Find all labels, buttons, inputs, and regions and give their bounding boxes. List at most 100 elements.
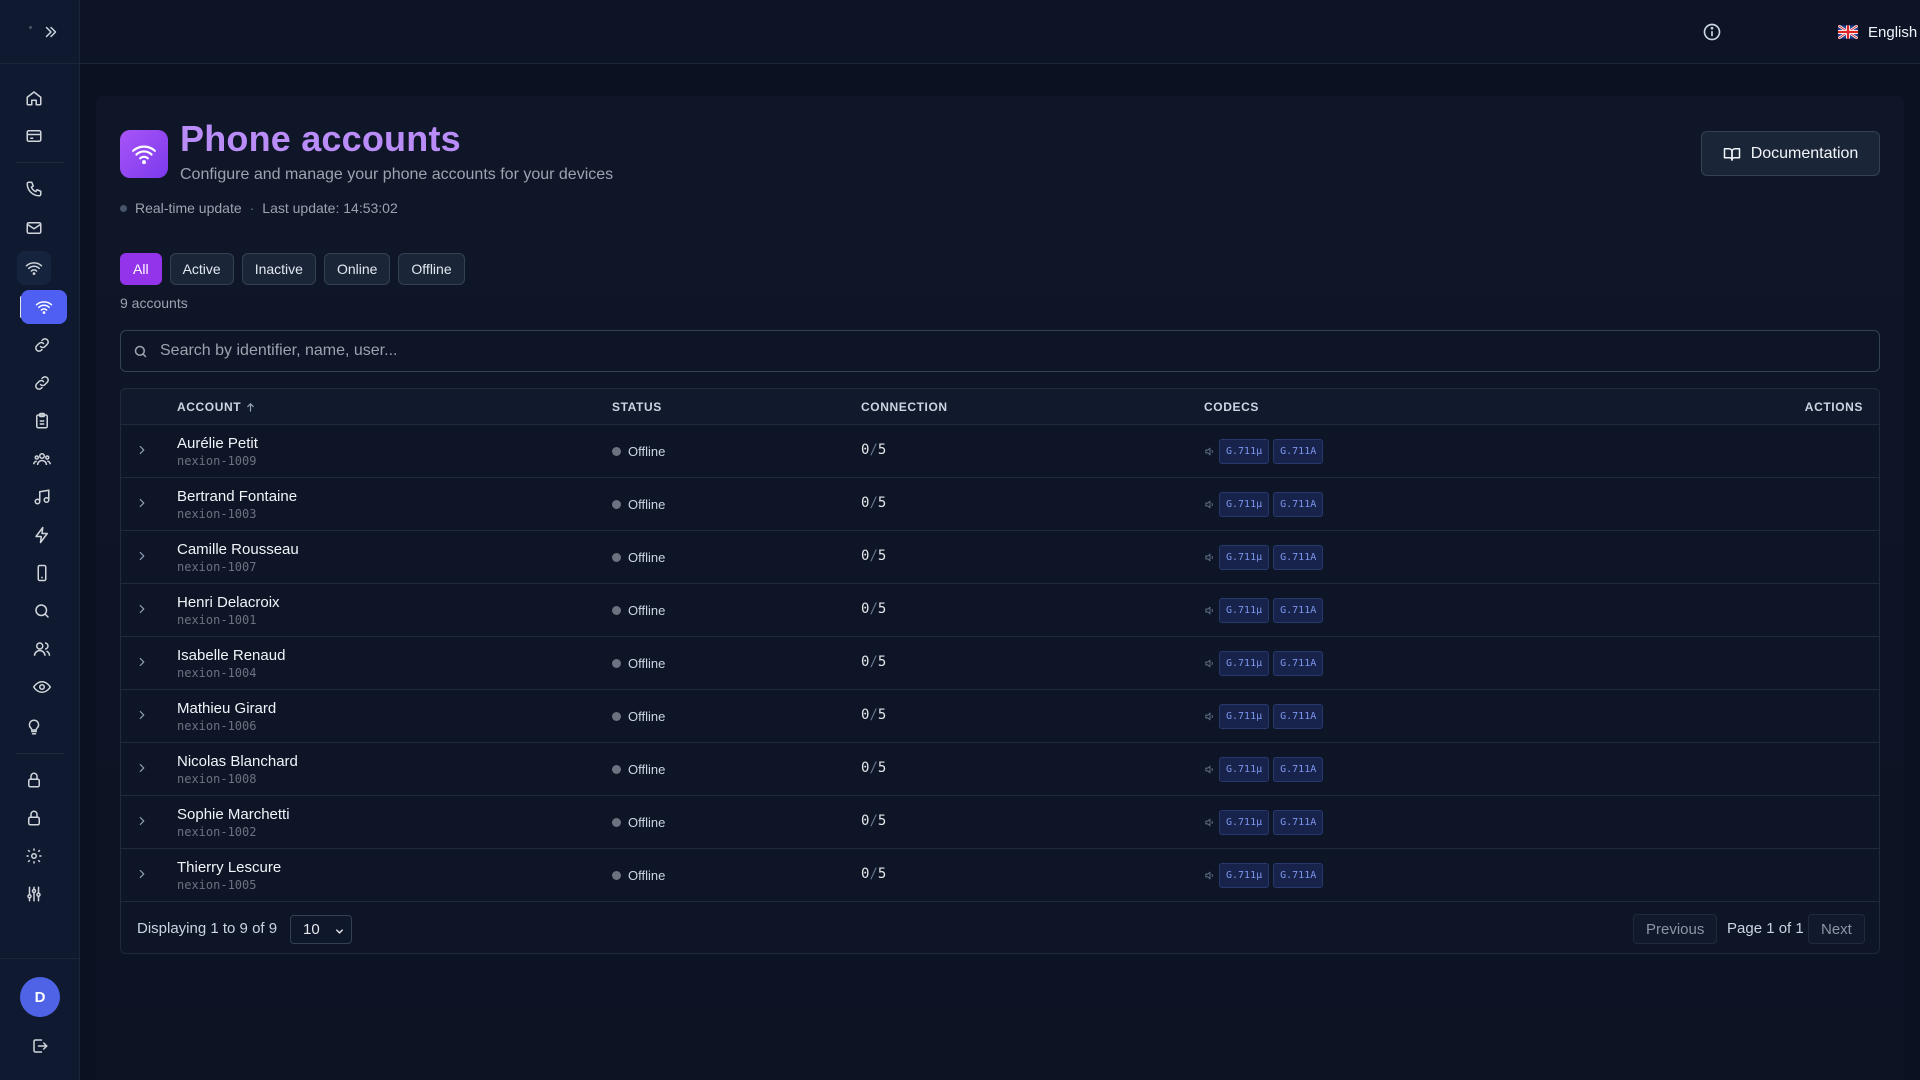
connection-count: 0/5 [861,442,887,458]
expand-chevron-icon[interactable] [135,867,149,881]
codec-badge: G.711A [1273,810,1324,835]
filter-active[interactable]: Active [169,253,234,285]
sidebar-divider [16,753,64,754]
status-badge: Offline [612,550,665,565]
connection-max: 5 [877,813,887,829]
status-badge: Offline [612,444,665,459]
account-name: Sophie Marchetti [177,806,290,823]
nav-eye-icon[interactable] [25,670,59,704]
connection-count: 0/5 [861,601,887,617]
chevron-down-icon [336,929,343,934]
documentation-button[interactable]: Documentation [1701,131,1880,176]
nav-link-icon[interactable] [25,328,59,362]
sidebar-divider [16,162,64,163]
nav-phone-accounts-icon[interactable] [21,290,67,324]
expand-chevron-icon[interactable] [135,496,149,510]
nav-sliders-icon[interactable] [17,877,51,911]
status-label: Offline [628,709,666,724]
expand-chevron-icon[interactable] [135,814,149,828]
nav-settings-icon[interactable] [17,839,51,873]
uk-flag-icon [1838,25,1858,39]
audio-codec-icon [1204,658,1215,669]
language-label: English [1868,23,1918,41]
table-row[interactable]: Sophie Marchetti nexion-1002 Offline 0/5… [121,796,1879,849]
info-icon[interactable] [1702,22,1722,42]
status-label: Offline [628,762,666,777]
nav-lightbulb-icon[interactable] [17,710,51,744]
nav-home-icon[interactable] [17,81,51,115]
search-input[interactable] [160,342,1879,360]
table-row[interactable]: Camille Rousseau nexion-1007 Offline 0/5… [121,531,1879,584]
audio-codec-icon [1204,870,1215,881]
codec-badge: G.711A [1273,651,1324,676]
column-connection[interactable]: CONNECTION [861,400,948,414]
connection-max: 5 [877,707,887,723]
status-dot [612,659,621,668]
account-name: Camille Rousseau [177,541,299,558]
sidebar-header [0,0,79,64]
table-row[interactable]: Bertrand Fontaine nexion-1003 Offline 0/… [121,478,1879,531]
filter-online[interactable]: Online [323,253,391,285]
column-codecs[interactable]: CODECS [1204,400,1259,414]
nav-link-2-icon[interactable] [25,366,59,400]
codecs-list: G.711µ G.711A [1204,704,1324,729]
nav-lightning-icon[interactable] [25,518,59,552]
realtime-label: Real-time update [135,200,242,216]
connection-count: 0/5 [861,707,887,723]
codec-badge: G.711µ [1219,863,1270,888]
nav-clipboard-icon[interactable] [25,404,59,438]
column-status[interactable]: STATUS [612,400,662,414]
nav-mail-icon[interactable] [17,211,51,245]
codec-badge: G.711µ [1219,545,1270,570]
nav-billing-icon[interactable] [17,119,51,153]
expand-chevron-icon[interactable] [135,549,149,563]
account-id: nexion-1007 [177,560,257,574]
search-bar [120,330,1880,372]
logout-icon[interactable] [23,1029,57,1063]
expand-chevron-icon[interactable] [135,443,149,457]
nav-group-icon[interactable] [25,442,59,476]
expand-chevron-icon[interactable] [135,761,149,775]
status-label: Offline [628,444,666,459]
status-dot [612,500,621,509]
table-row[interactable]: Mathieu Girard nexion-1006 Offline 0/5 G… [121,690,1879,743]
next-page-button[interactable]: Next [1808,914,1865,944]
nav-device-icon[interactable] [25,556,59,590]
filter-offline[interactable]: Offline [398,253,465,285]
nav-search-icon[interactable] [25,594,59,628]
nav-wifi-icon[interactable] [17,251,51,285]
nav-users-icon[interactable] [25,632,59,666]
table-footer: Displaying 1 to 9 of 9 10 Previous Page … [121,902,1879,953]
account-id: nexion-1004 [177,666,257,680]
language-selector[interactable]: English [1838,20,1920,44]
column-account[interactable]: ACCOUNT [177,400,256,414]
expand-chevron-icon[interactable] [135,708,149,722]
nav-music-icon[interactable] [25,480,59,514]
column-actions: ACTIONS [1805,400,1863,414]
account-id: nexion-1008 [177,772,257,786]
audio-codec-icon [1204,764,1215,775]
page-subtitle: Configure and manage your phone accounts… [180,166,614,183]
expand-sidebar-icon[interactable] [42,23,60,41]
table-row[interactable]: Thierry Lescure nexion-1005 Offline 0/5 … [121,849,1879,902]
codecs-list: G.711µ G.711A [1204,545,1324,570]
nav-lock-2-icon[interactable] [17,801,51,835]
status-dot [612,553,621,562]
status-badge: Offline [612,868,665,883]
filter-all[interactable]: All [120,253,162,285]
expand-chevron-icon[interactable] [135,655,149,669]
user-avatar[interactable]: D [20,977,60,1017]
table-row[interactable]: Henri Delacroix nexion-1001 Offline 0/5 … [121,584,1879,637]
nav-lock-icon[interactable] [17,763,51,797]
page-size-select[interactable]: 10 [290,915,352,944]
codec-badge: G.711A [1273,704,1324,729]
filter-inactive[interactable]: Inactive [241,253,316,285]
table-row[interactable]: Nicolas Blanchard nexion-1008 Offline 0/… [121,743,1879,796]
previous-page-button[interactable]: Previous [1633,914,1718,944]
table-row[interactable]: Isabelle Renaud nexion-1004 Offline 0/5 … [121,637,1879,690]
codec-badge: G.711A [1273,598,1324,623]
audio-codec-icon [1204,605,1215,616]
nav-phone-icon[interactable] [17,172,51,206]
expand-chevron-icon[interactable] [135,602,149,616]
table-row[interactable]: Aurélie Petit nexion-1009 Offline 0/5 G.… [121,425,1879,478]
